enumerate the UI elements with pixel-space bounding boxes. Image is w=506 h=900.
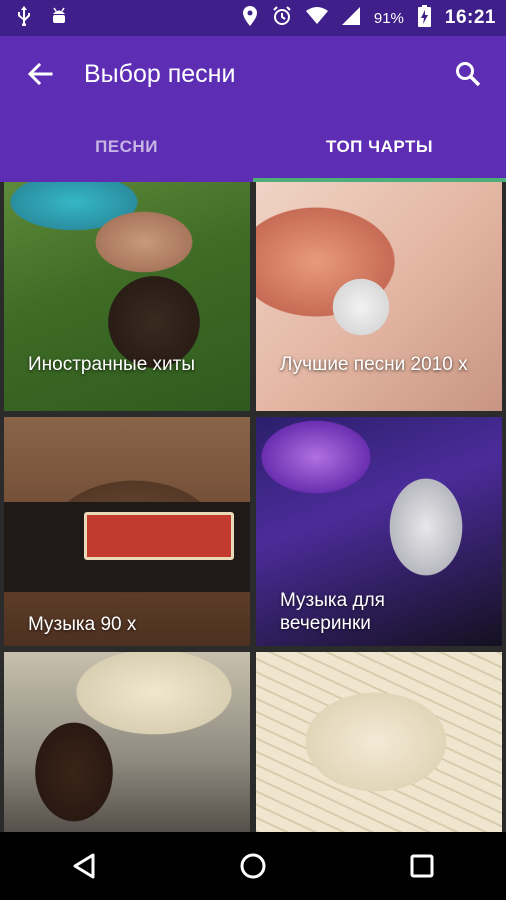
- playlist-tile-foreign-hits[interactable]: Иностранные хиты: [4, 182, 250, 411]
- status-bar: 91% 16:21: [0, 0, 506, 36]
- signal-icon: [341, 6, 360, 30]
- android-debug-icon: [50, 6, 68, 31]
- back-triangle-icon[interactable]: [54, 836, 114, 896]
- playlist-tile-retro[interactable]: [4, 652, 250, 832]
- tab-bar: ПЕСНИ ТОП ЧАРТЫ: [0, 112, 506, 182]
- playlist-tile-sheet-music[interactable]: [256, 652, 502, 832]
- tab-top-charts[interactable]: ТОП ЧАРТЫ: [253, 112, 506, 182]
- playlist-tile-90s[interactable]: Музыка 90 х: [4, 417, 250, 646]
- navigation-bar: [0, 832, 506, 900]
- tab-songs[interactable]: ПЕСНИ: [0, 112, 253, 182]
- tile-caption: Музыка 90 х: [28, 614, 137, 635]
- usb-icon: [16, 5, 32, 31]
- home-circle-icon[interactable]: [223, 836, 283, 896]
- tile-caption: Иностранные хиты: [28, 354, 196, 375]
- page-title: Выбор песни: [84, 59, 236, 88]
- battery-charging-icon: [417, 4, 431, 32]
- playlist-tile-party[interactable]: Музыка для вечеринки: [256, 417, 502, 646]
- playlist-tile-best-2010[interactable]: Лучшие песни 2010 х: [256, 182, 502, 411]
- tile-caption: Лучшие песни 2010 х: [280, 354, 468, 375]
- playlist-grid: Иностранные хиты Лучшие песни 2010 х Муз…: [0, 182, 506, 832]
- search-icon[interactable]: [448, 54, 488, 94]
- alarm-icon: [272, 5, 292, 31]
- wifi-icon: [305, 6, 328, 30]
- clock: 16:21: [444, 7, 496, 28]
- cassette-image: [84, 512, 234, 560]
- app-bar: Выбор песни: [0, 36, 506, 112]
- location-icon: [242, 5, 258, 31]
- arrow-back-icon[interactable]: [20, 54, 60, 94]
- tile-caption: Музыка для вечеринки: [280, 590, 385, 634]
- battery-percent: 91%: [373, 9, 404, 27]
- recents-square-icon[interactable]: [392, 836, 452, 896]
